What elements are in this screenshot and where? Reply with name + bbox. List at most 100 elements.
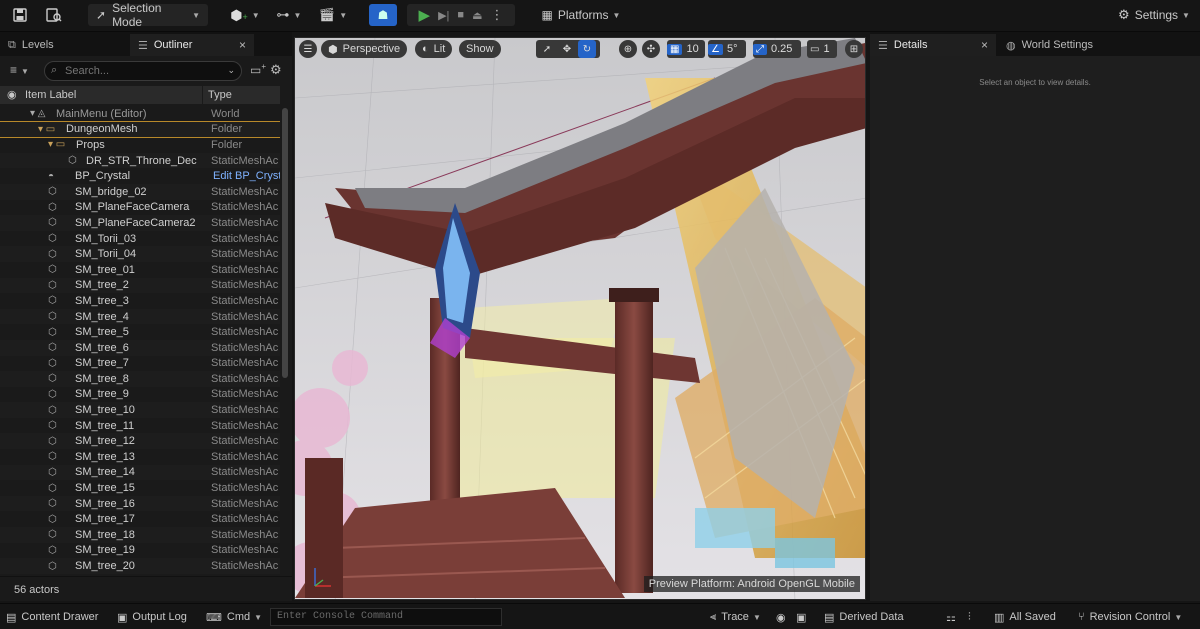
move-icon[interactable]: ✥: [558, 40, 576, 58]
save-icon[interactable]: [8, 4, 32, 26]
eject-icon[interactable]: ⏏: [472, 9, 482, 22]
record-icon[interactable]: ◉: [776, 608, 786, 626]
mobile-preview-button[interactable]: ☗: [369, 4, 397, 26]
all-saved-button[interactable]: ▥ All Saved: [994, 608, 1056, 626]
platforms-dropdown[interactable]: ▦ Platforms ▼: [540, 4, 622, 26]
outliner-row[interactable]: ⬡ SM_tree_3 StaticMeshAc: [0, 293, 280, 309]
outliner-row[interactable]: ⬡ SM_tree_4 StaticMeshAc: [0, 308, 280, 325]
close-icon[interactable]: ×: [981, 38, 988, 52]
outliner-row[interactable]: ⬡ SM_tree_16 StaticMeshAc: [0, 495, 280, 512]
outliner-row[interactable]: ⬡ SM_tree_14 StaticMeshAc: [0, 464, 280, 481]
tab-details[interactable]: ☰ Details ×: [870, 34, 996, 56]
viewport-menu-icon[interactable]: ☰: [299, 40, 317, 58]
static-mesh-icon: ⬡: [48, 357, 57, 369]
new-folder-icon[interactable]: ▭+: [250, 62, 266, 77]
blueprints-button[interactable]: ⊶ ▼: [272, 4, 306, 26]
lit-label: Lit: [433, 43, 446, 55]
outliner-row[interactable]: ⬡ SM_tree_2 StaticMeshAc: [0, 277, 280, 294]
outliner-row[interactable]: ⬡ SM_tree_10 StaticMeshAc: [0, 402, 280, 418]
outliner-scrollbar[interactable]: [282, 108, 288, 378]
outliner-row[interactable]: ⬡ SM_Torii_03 StaticMeshAc: [0, 231, 280, 247]
outliner-row[interactable]: ⬡ SM_tree_8 StaticMeshAc: [0, 371, 280, 387]
chevron-down-icon[interactable]: ⌄: [227, 65, 235, 76]
outliner-row[interactable]: ⬡ SM_tree_15 StaticMeshAc: [0, 480, 280, 496]
outliner-row[interactable]: ▾ ▭ Props Folder: [0, 137, 280, 153]
outliner-row[interactable]: ⬡ SM_tree_7 StaticMeshAc: [0, 356, 280, 372]
tab-levels[interactable]: ⧉ Levels: [0, 34, 126, 56]
show-dropdown[interactable]: Show: [459, 40, 501, 58]
filter-icon[interactable]: ≡ ▼: [10, 63, 29, 77]
search-box[interactable]: ⌕ ⌄: [44, 61, 242, 81]
visibility-eye-icon[interactable]: ◉: [7, 88, 17, 101]
scale-snap-value: 0.25: [771, 43, 793, 55]
select-arrow-icon[interactable]: ➚: [538, 40, 556, 58]
outliner-row[interactable]: ⬡ SM_tree_13 StaticMeshAc: [0, 449, 280, 465]
more-options-icon[interactable]: ⋮: [490, 7, 503, 23]
rotate-icon[interactable]: ↻: [578, 40, 596, 58]
console-command-input[interactable]: Enter Console Command: [270, 608, 502, 626]
outliner-row[interactable]: ⬡ SM_PlaneFaceCamera2 StaticMeshAc: [0, 215, 280, 231]
rotation-snap[interactable]: ∠ 5°: [708, 40, 746, 58]
cmd-dropdown[interactable]: ⌨ Cmd ▼: [206, 608, 262, 626]
outliner-row-type: StaticMeshAc: [211, 466, 279, 479]
column-divider[interactable]: [202, 86, 203, 104]
outliner-row[interactable]: ◓ BP_Crystal Edit BP_Cryst: [0, 168, 280, 184]
grid-icon: ▦: [667, 43, 683, 55]
outliner-row[interactable]: ⬡ SM_tree_20 StaticMeshAc: [0, 558, 280, 574]
outliner-row[interactable]: ⬡ SM_tree_6 StaticMeshAc: [0, 339, 280, 356]
grid-snap[interactable]: ▦ 10: [667, 40, 705, 58]
content-drawer-button[interactable]: ▤ Content Drawer: [6, 608, 98, 626]
outliner-row[interactable]: ⬡ SM_PlaneFaceCamera StaticMeshAc: [0, 200, 280, 216]
cinematics-button[interactable]: 🎬︎ ▼: [316, 4, 350, 26]
outliner-row[interactable]: ⬡ SM_tree_9 StaticMeshAc: [0, 387, 280, 403]
viewport-scene[interactable]: [295, 38, 866, 600]
edit-blueprint-link[interactable]: Edit BP_Cryst: [213, 170, 280, 182]
outliner-row[interactable]: ⬡ SM_tree_19 StaticMeshAc: [0, 543, 280, 559]
settings-dropdown[interactable]: ⚙ Settings ▼: [1114, 4, 1194, 26]
camera-speed[interactable]: ▭ 1: [807, 40, 837, 58]
stop-icon[interactable]: ■: [457, 9, 464, 21]
close-icon[interactable]: ×: [239, 38, 246, 52]
perspective-dropdown[interactable]: ⬢ Perspective: [321, 40, 408, 58]
content-drawer-label: Content Drawer: [21, 611, 99, 623]
outliner-row[interactable]: ⬡ SM_tree_01 StaticMeshAc: [0, 262, 280, 278]
trace-dropdown[interactable]: ⫷ Trace ▼: [710, 608, 761, 626]
outliner-row[interactable]: ▾ ◬ MainMenu (Editor) World: [0, 106, 280, 122]
tab-outliner[interactable]: ☰ Outliner ×: [130, 34, 254, 56]
screenshot-icon[interactable]: ▣: [796, 608, 806, 626]
outliner-row[interactable]: ⬡ SM_tree_17 StaticMeshAc: [0, 511, 280, 527]
view-mode-dropdown[interactable]: ◐ Lit: [415, 40, 453, 58]
selection-mode-dropdown[interactable]: ➚ Selection Mode ▼: [88, 1, 208, 29]
static-mesh-icon: ⬡: [48, 248, 57, 260]
gear-icon[interactable]: ⚙: [270, 62, 282, 78]
outliner-row[interactable]: ⬡ DR_STR_Throne_Dec StaticMeshAc: [0, 152, 280, 169]
notification-icon[interactable]: ⫶: [968, 608, 971, 626]
outliner-row[interactable]: ⬡ SM_tree_11 StaticMeshAc: [0, 418, 280, 434]
search-input[interactable]: [65, 64, 215, 78]
outliner-row[interactable]: ⬡ SM_bridge_02 StaticMeshAc: [0, 183, 280, 200]
outliner-row[interactable]: ⬡ SM_tree_18 StaticMeshAc: [0, 527, 280, 543]
browse-level-icon[interactable]: [42, 4, 66, 26]
add-actor-button[interactable]: ⬢+ ▼: [228, 4, 262, 26]
outliner-row[interactable]: ⬡ SM_tree_12 StaticMeshAc: [0, 433, 280, 450]
source-control-icon[interactable]: ⚏: [946, 608, 956, 626]
tab-world-settings[interactable]: ◍ World Settings: [998, 34, 1138, 56]
outliner-row[interactable]: ▾ ▭ DungeonMesh Folder: [0, 120, 280, 139]
levels-icon: ⧉: [8, 38, 16, 51]
column-type[interactable]: Type: [208, 89, 232, 101]
column-item-label[interactable]: Item Label: [25, 89, 76, 101]
outliner-row-label: SM_tree_7: [75, 357, 129, 370]
revision-control-dropdown[interactable]: ⑂ Revision Control ▼: [1078, 608, 1182, 626]
scale-icon: ⤢: [753, 43, 767, 55]
outliner-row[interactable]: ⬡ SM_tree_5 StaticMeshAc: [0, 324, 280, 340]
outliner-row[interactable]: ⬡ SM_Torii_04 StaticMeshAc: [0, 246, 280, 262]
output-log-button[interactable]: ▣ Output Log: [117, 608, 187, 626]
layout-maximize-icon[interactable]: ⊞: [845, 40, 863, 58]
play-icon[interactable]: ▶: [419, 6, 431, 24]
derived-data-button[interactable]: ▤ Derived Data: [824, 608, 904, 626]
surface-snap-icon[interactable]: ✣: [642, 40, 660, 58]
step-icon[interactable]: ▶|: [438, 9, 449, 22]
level-viewport[interactable]: ☰ ⬢ Perspective ◐ Lit Show ➚ ✥ ↻ ⊕ ✣ ▦ 1…: [294, 37, 866, 600]
world-local-icon[interactable]: ⊕: [619, 40, 637, 58]
scale-snap[interactable]: ⤢ 0.25: [753, 40, 801, 58]
